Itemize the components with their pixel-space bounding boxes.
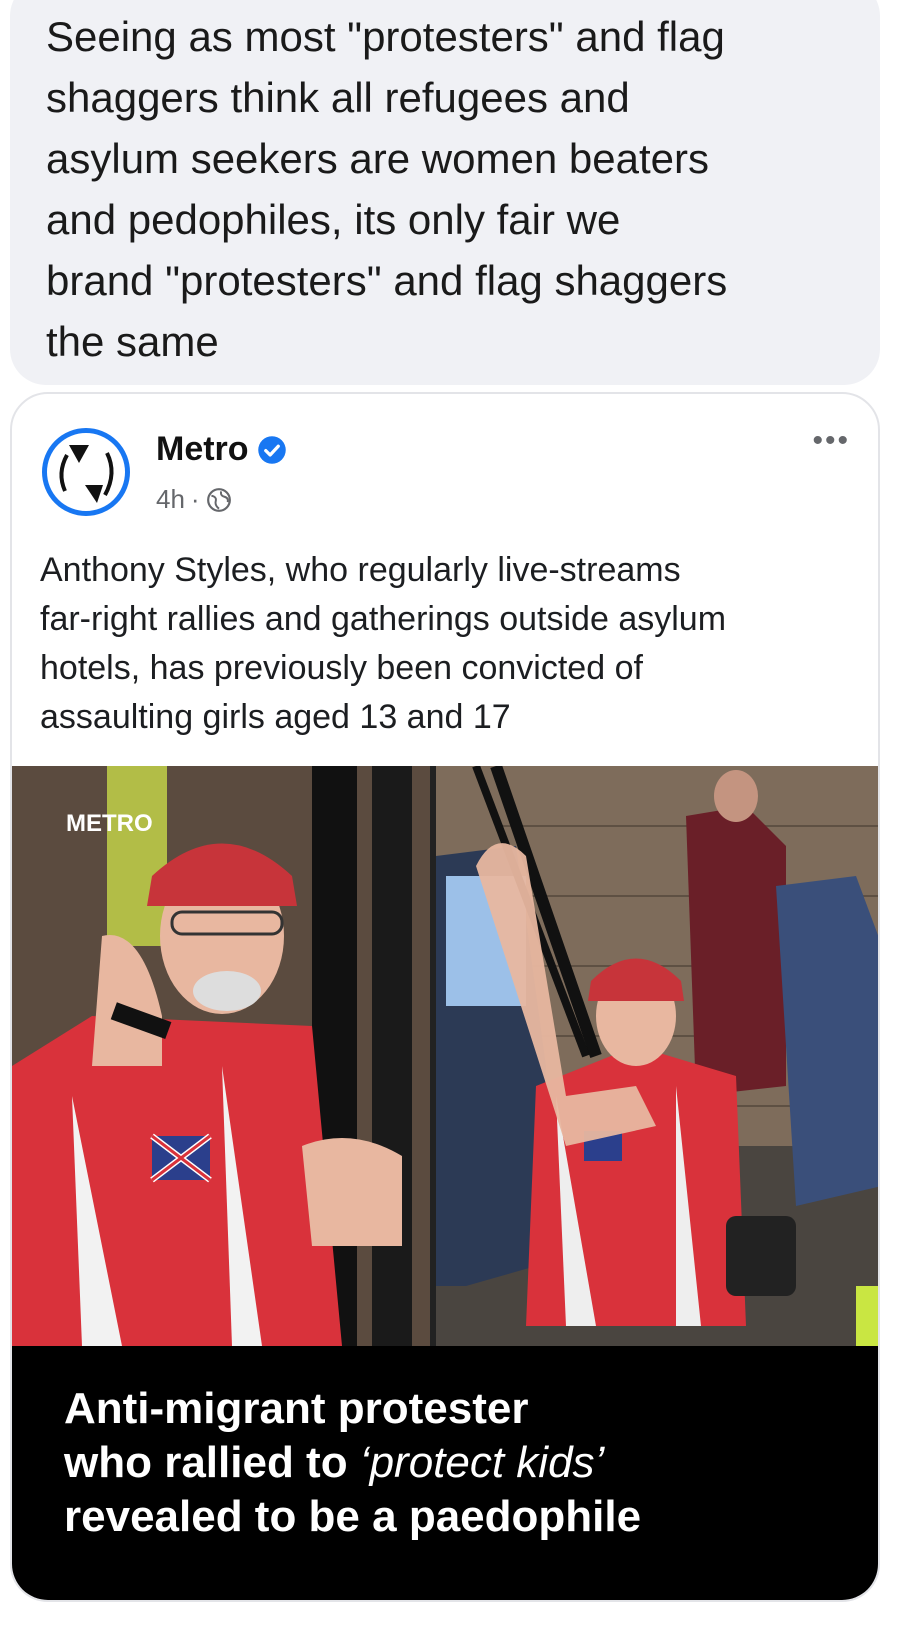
- headline-line-2-italic: ‘protect kids’: [359, 1438, 605, 1487]
- photo-left-illustration: [12, 766, 430, 1346]
- photo-right-illustration: [436, 766, 878, 1346]
- more-options-icon[interactable]: •••: [812, 424, 850, 458]
- comment-bubble: Seeing as most "protesters" and flag sha…: [10, 0, 880, 385]
- shared-post-card[interactable]: Metro 4h · ••• Anthony Styles, who regul…: [10, 392, 880, 1602]
- meta-separator: ·: [190, 484, 200, 514]
- photo-left: METRO: [12, 766, 430, 1346]
- post-timestamp[interactable]: 4h: [156, 484, 185, 515]
- photo-right: [436, 766, 878, 1346]
- globe-icon: [206, 487, 231, 512]
- post-body-text: Anthony Styles, who regularly live-strea…: [40, 551, 727, 736]
- headline-banner[interactable]: Anti-migrant protester who rallied to ‘p…: [12, 1346, 878, 1600]
- post-meta: 4h ·: [156, 484, 232, 515]
- metro-watermark: METRO: [66, 810, 153, 837]
- headline-line-1: Anti-migrant protester: [64, 1384, 529, 1433]
- post-media[interactable]: METRO: [12, 766, 878, 1346]
- page-name-row: Metro: [156, 430, 287, 469]
- bottom-cutoff-text: [296, 1610, 556, 1640]
- post-header: Metro 4h · •••: [12, 394, 878, 544]
- page-name[interactable]: Metro: [156, 430, 249, 469]
- verified-badge-icon: [257, 435, 286, 464]
- headline-line-3: revealed to be a paedophile: [64, 1492, 642, 1541]
- headline-line-2-prefix: who rallied to: [64, 1438, 360, 1487]
- comment-text: Seeing as most "protesters" and flag sha…: [46, 13, 728, 365]
- metro-logo-icon: [59, 445, 114, 503]
- page-avatar[interactable]: [42, 428, 130, 516]
- headline-line-2: who rallied to ‘protect kids’: [64, 1436, 878, 1490]
